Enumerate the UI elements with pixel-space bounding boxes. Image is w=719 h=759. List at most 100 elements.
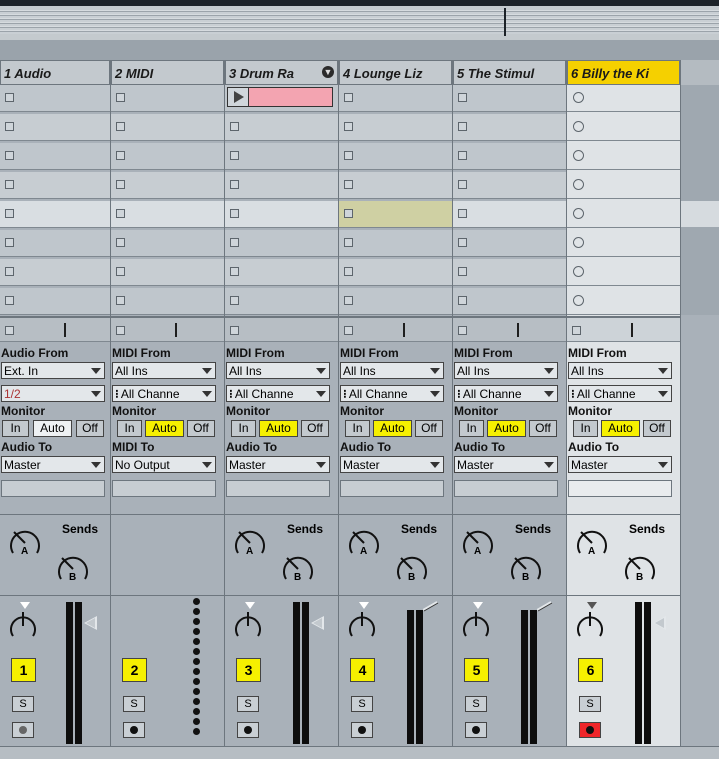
clip-slot-selected[interactable]: [339, 201, 452, 228]
monitor-off-button[interactable]: Off: [643, 420, 671, 437]
send-b-knob[interactable]: B: [277, 547, 319, 587]
pan-knob[interactable]: [345, 608, 379, 644]
input-type-select[interactable]: All Ins: [568, 362, 672, 379]
track-title[interactable]: 1 Audio: [0, 60, 110, 85]
volume-slider-handle[interactable]: [84, 616, 97, 630]
input-type-select[interactable]: Ext. In: [1, 362, 105, 379]
scroll-band[interactable]: [0, 40, 719, 60]
monitor-in-button[interactable]: In: [459, 420, 484, 437]
output-type-select[interactable]: Master: [568, 456, 672, 473]
clip-slot[interactable]: [111, 201, 224, 228]
clip-slot[interactable]: [0, 201, 110, 228]
monitor-in-button[interactable]: In: [573, 420, 598, 437]
clip-slot[interactable]: [225, 143, 338, 170]
bottom-scrollbar[interactable]: [0, 746, 719, 759]
clip-slot[interactable]: [225, 259, 338, 286]
output-channel-field[interactable]: [454, 480, 558, 497]
input-channel-select[interactable]: ⁝ All Channe: [340, 385, 444, 402]
solo-button[interactable]: S: [12, 696, 34, 712]
track-title[interactable]: 3 Drum Ra ▼: [225, 60, 338, 85]
track-title[interactable]: 4 Lounge Liz: [339, 60, 452, 85]
play-triangle-icon[interactable]: [228, 88, 249, 106]
clip-slot[interactable]: [567, 201, 680, 228]
clip-slot[interactable]: [453, 85, 566, 112]
input-type-select[interactable]: All Ins: [340, 362, 444, 379]
track-activator-button[interactable]: 6: [578, 658, 603, 682]
record-arm-icon[interactable]: [237, 722, 259, 738]
stop-all-clips-button[interactable]: [5, 326, 14, 335]
output-channel-field[interactable]: [568, 480, 672, 497]
clip-slot[interactable]: [0, 230, 110, 257]
clip-slot[interactable]: [339, 114, 452, 141]
scene-highlight[interactable]: [681, 201, 719, 227]
input-channel-select[interactable]: ⁝ All Channe: [226, 385, 330, 402]
track-title[interactable]: 2 MIDI: [111, 60, 224, 85]
volume-slider-handle[interactable]: [423, 600, 443, 612]
clip-slot[interactable]: [339, 288, 452, 315]
stop-all-clips-button[interactable]: [572, 326, 581, 335]
stop-all-clips-button[interactable]: [344, 326, 353, 335]
send-a-knob[interactable]: A: [229, 521, 271, 561]
clip-slot[interactable]: [453, 172, 566, 199]
track-title[interactable]: 5 The Stimul: [453, 60, 566, 85]
monitor-in-button[interactable]: In: [117, 420, 142, 437]
send-b-knob[interactable]: B: [619, 547, 661, 587]
clip-slot[interactable]: [567, 288, 680, 315]
playhead-marker[interactable]: [504, 8, 506, 36]
monitor-in-button[interactable]: In: [231, 420, 256, 437]
clip-slot[interactable]: [453, 230, 566, 257]
solo-button[interactable]: S: [351, 696, 373, 712]
clip-slot[interactable]: [339, 259, 452, 286]
track-activator-button[interactable]: 4: [350, 658, 375, 682]
record-arm-icon[interactable]: [579, 722, 601, 738]
stop-all-clips-button[interactable]: [230, 326, 239, 335]
input-type-select[interactable]: All Ins: [454, 362, 558, 379]
record-arm-icon[interactable]: [351, 722, 373, 738]
clip-slot[interactable]: [111, 259, 224, 286]
monitor-auto-button[interactable]: Auto: [145, 420, 184, 437]
monitor-off-button[interactable]: Off: [76, 420, 104, 437]
send-a-knob[interactable]: A: [457, 521, 499, 561]
track-activator-button[interactable]: 3: [236, 658, 261, 682]
clip-slot[interactable]: [225, 114, 338, 141]
stop-all-clips-button[interactable]: [116, 326, 125, 335]
record-arm-icon[interactable]: [123, 722, 145, 738]
clip-slot[interactable]: [339, 172, 452, 199]
output-channel-field[interactable]: [340, 480, 444, 497]
record-arm-icon[interactable]: [465, 722, 487, 738]
send-b-knob[interactable]: B: [505, 547, 547, 587]
monitor-auto-button[interactable]: Auto: [601, 420, 640, 437]
clip-slot[interactable]: [339, 230, 452, 257]
clip[interactable]: [227, 87, 333, 107]
clip-slot[interactable]: [111, 114, 224, 141]
clip-slot[interactable]: [111, 288, 224, 315]
clip-slot[interactable]: [567, 85, 680, 112]
clip-slot[interactable]: [0, 114, 110, 141]
pan-knob[interactable]: [231, 608, 265, 644]
pan-knob[interactable]: [459, 608, 493, 644]
clip-slot[interactable]: [453, 288, 566, 315]
volume-slider-handle[interactable]: [311, 616, 324, 630]
clip-slot[interactable]: [453, 143, 566, 170]
clip-slot[interactable]: [225, 288, 338, 315]
track-activator-button[interactable]: 1: [11, 658, 36, 682]
clip-slot[interactable]: [111, 172, 224, 199]
monitor-auto-button[interactable]: Auto: [33, 420, 72, 437]
volume-slider-handle[interactable]: [537, 600, 557, 612]
monitor-off-button[interactable]: Off: [415, 420, 443, 437]
output-channel-field[interactable]: [1, 480, 105, 497]
monitor-in-button[interactable]: In: [2, 420, 29, 437]
output-type-select[interactable]: Master: [340, 456, 444, 473]
clip-slot[interactable]: [567, 172, 680, 199]
input-type-select[interactable]: All Ins: [112, 362, 216, 379]
clip-slot[interactable]: [0, 288, 110, 315]
solo-button[interactable]: S: [237, 696, 259, 712]
send-a-knob[interactable]: A: [571, 521, 613, 561]
clip-slot[interactable]: [453, 114, 566, 141]
send-b-knob[interactable]: B: [52, 547, 94, 587]
solo-button[interactable]: S: [123, 696, 145, 712]
output-type-select[interactable]: Master: [1, 456, 105, 473]
clip-slot[interactable]: [225, 230, 338, 257]
chevron-down-icon[interactable]: ▼: [322, 66, 334, 78]
solo-button[interactable]: S: [465, 696, 487, 712]
